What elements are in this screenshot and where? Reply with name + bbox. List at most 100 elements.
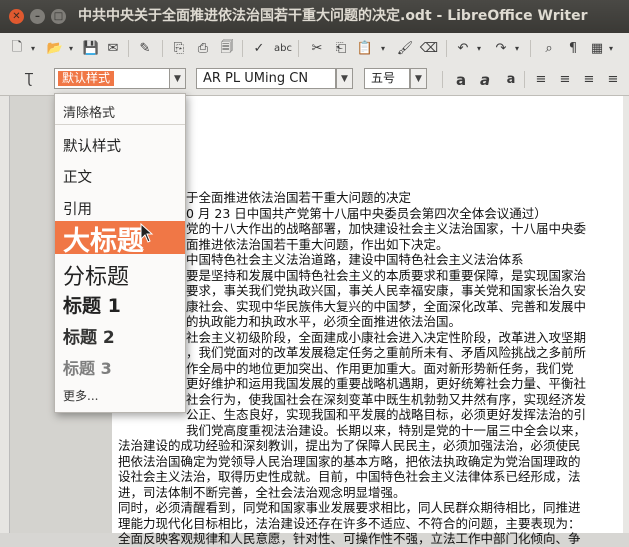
autospell-icon: abc — [274, 43, 292, 54]
close-window-button[interactable]: ✕ — [9, 9, 24, 24]
font-name-combobox[interactable]: AR PL UMing CN — [196, 68, 336, 89]
pilcrow-icon: ¶ — [568, 41, 578, 56]
justify-button[interactable]: ≡ — [602, 69, 624, 90]
table-dropdown[interactable]: ▾ — [606, 38, 616, 59]
save-button[interactable]: 💾 — [80, 38, 102, 59]
chevron-down-icon: ▾ — [608, 44, 613, 53]
copy-button[interactable]: ⎗ — [330, 38, 352, 59]
maximize-window-button[interactable]: □ — [51, 9, 66, 24]
new-dropdown[interactable]: ▾ — [28, 38, 38, 59]
print-preview-button[interactable]: 🗐 — [216, 38, 238, 59]
align-right-button[interactable]: ≡ — [578, 69, 600, 90]
document-line[interactable]: 更好维护和运用我国发展的重要战略机遇期，更好统筹社会力量、平衡社 — [186, 376, 586, 392]
document-line[interactable]: 中国特色社会主义法治道路，建设中国特色社会主义法治体系 — [186, 252, 524, 268]
standard-toolbar: 🗋 ▾ 📂 ▾ 💾 ✉ ✎ ⎘ ⎙ 🗐 ✓ abc ✂ ⎗ 📋 ▾ 🖌 ⌫ ↶ … — [0, 33, 629, 65]
insert-table-button[interactable]: ▦ — [586, 38, 608, 59]
clear-formatting-icon: ⌫ — [419, 41, 439, 56]
document-line[interactable]: 理能力现代化目标相比，法治建设还存在许多不适应、不符合的问题，主要表现为： — [118, 516, 581, 532]
autospell-button[interactable]: abc — [272, 38, 294, 59]
vertical-ruler — [0, 96, 10, 533]
justify-icon: ≡ — [607, 72, 619, 87]
italic-button[interactable]: a — [474, 69, 496, 90]
align-right-icon: ≡ — [583, 72, 595, 87]
document-line[interactable]: 把依法治国确定为党领导人民治理国家的基本方略，把依法执政确定为党治国理政的 — [118, 454, 581, 470]
find-replace-icon: ⌕ — [545, 41, 553, 56]
formatting-marks-button[interactable]: ¶ — [562, 38, 584, 59]
new-document-button[interactable]: 🗋 — [6, 38, 28, 59]
font-size-combobox[interactable]: 五号 — [364, 68, 410, 89]
new-document-icon: 🗋 — [11, 39, 23, 55]
print-button[interactable]: ⎙ — [192, 38, 214, 59]
export-pdf-button[interactable]: ⎘ — [168, 38, 190, 59]
minimize-window-button[interactable]: – — [30, 9, 45, 24]
bold-button[interactable]: a — [500, 69, 522, 90]
email-button[interactable]: ✉ — [102, 38, 124, 59]
document-line[interactable]: 设社会主义法治，取得历史性成就。目前，中国特色社会主义法律体系已经形成，法 — [118, 469, 581, 485]
menu-item-title[interactable]: 大标题 — [55, 221, 185, 257]
document-line[interactable]: 康社会、实现中华民族伟大复兴的中国梦，全面深化改革、完善和发展中 — [186, 299, 586, 315]
font-name-dropdown-button[interactable]: ▼ — [336, 68, 353, 89]
document-line[interactable]: 要是坚持和发展中国特色社会主义的本质要求和重要保障，是实现国家治 — [186, 268, 586, 284]
align-left-button[interactable]: ≡ — [530, 69, 552, 90]
cut-button[interactable]: ✂ — [306, 38, 328, 59]
document-line[interactable]: 面推进依法治国若干重大问题，作出如下决定。 — [186, 237, 449, 253]
paragraph-style-dropdown-button[interactable]: ▼ — [169, 68, 186, 89]
document-line[interactable]: 同时，必须清醒看到，同党和国家事业发展要求相比，同人民群众期待相比，同推进 — [118, 500, 581, 516]
paragraph-style-combobox[interactable]: 默认样式 — [54, 68, 170, 89]
paste-button[interactable]: 📋 — [354, 38, 376, 59]
document-line[interactable]: 党的十八大作出的战略部署，加快建设社会主义法治国家，十八届中央委 — [186, 221, 586, 237]
separator — [446, 40, 447, 57]
document-line[interactable]: 于全面推进依法治国若干重大问题的决定 — [186, 190, 411, 206]
edit-mode-button[interactable]: ✎ — [134, 38, 156, 59]
document-line[interactable]: 法治建设的成功经验和深刻教训，提出为了保障人民民主，必须加强法治，必须使民 — [118, 438, 581, 454]
maximize-icon: □ — [53, 11, 64, 22]
styles-sidebar-button[interactable]: Ʈ — [18, 69, 40, 90]
paste-dropdown[interactable]: ▾ — [378, 38, 388, 59]
clone-formatting-button[interactable]: 🖌 — [394, 38, 416, 59]
document-line[interactable]: 公正、生态良好，实现我国和平发展的战略目标，必须更好发挥法治的引 — [186, 407, 586, 423]
undo-icon: ↶ — [457, 41, 469, 56]
open-dropdown[interactable]: ▾ — [66, 38, 76, 59]
document-line[interactable]: 全面反映客观规律和人民意愿，针对性、可操作性不强，立法工作中部门化倾向、争 — [118, 531, 581, 547]
styles-icon: Ʈ — [25, 72, 33, 87]
paragraph-style-menu: 清除格式 默认样式 正文 引用 大标题 分标题 标题 1 标题 2 标题 3 更… — [54, 93, 186, 413]
chevron-down-icon: ▾ — [68, 44, 73, 53]
document-line[interactable]: 我们党高度重视法治建设。长期以来，特别是党的十一届三中全会以来， — [186, 423, 586, 439]
spellcheck-icon: ✓ — [253, 41, 265, 56]
vertical-scrollbar[interactable] — [623, 96, 629, 533]
paragraph-style-value[interactable]: 默认样式 — [58, 71, 115, 86]
paintbrush-icon: 🖌 — [396, 41, 414, 56]
edit-pencil-icon: ✎ — [139, 41, 151, 56]
mouse-pointer-icon — [140, 223, 154, 243]
document-line[interactable]: 0 月 23 日中国共产党第十八届中央委员会第四次全体会议通过） — [186, 206, 547, 222]
chevron-down-icon: ▾ — [380, 44, 385, 53]
font-size-dropdown-button[interactable]: ▼ — [410, 68, 427, 89]
menu-item-clear-formatting[interactable]: 清除格式 — [55, 94, 185, 125]
document-line[interactable]: 要求，事关我们党执政兴国，事关人民幸福安康，事关党和国家长治久安 — [186, 283, 586, 299]
align-center-icon: ≡ — [559, 72, 571, 87]
scissors-icon: ✂ — [311, 41, 323, 56]
redo-dropdown[interactable]: ▾ — [512, 38, 522, 59]
chevron-down-icon: ▾ — [476, 44, 481, 53]
undo-button[interactable]: ↶ — [452, 38, 474, 59]
document-line[interactable]: 作全局中的地位更加突出、作用更加重大。面对新形势新任务，我们党 — [186, 361, 574, 377]
document-line[interactable]: 社会行为，使我国社会在深刻变革中既生机勃勃又井然有序，实现经济发 — [186, 392, 586, 408]
envelope-icon: ✉ — [107, 41, 119, 56]
undo-dropdown[interactable]: ▾ — [474, 38, 484, 59]
find-replace-button[interactable]: ⌕ — [538, 38, 560, 59]
clear-formatting-button[interactable]: ⌫ — [418, 38, 440, 59]
separator — [162, 40, 163, 57]
chevron-down-icon: ▾ — [30, 44, 35, 53]
redo-button[interactable]: ↷ — [490, 38, 512, 59]
spelling-button[interactable]: ✓ — [248, 38, 270, 59]
bold-a-button[interactable]: a — [450, 69, 472, 90]
document-line[interactable]: 进，司法体制不断完善，全社会法治观念明显增强。 — [118, 485, 406, 501]
separator — [524, 71, 525, 88]
open-button[interactable]: 📂 — [44, 38, 66, 59]
document-line[interactable]: 的执政能力和执政水平，必须全面推进依法治国。 — [186, 314, 461, 330]
chevron-down-icon: ▾ — [514, 44, 519, 53]
document-line[interactable]: ，我们党面对的改革发展稳定任务之重前所未有、矛盾风险挑战之多前所 — [186, 345, 586, 361]
window-title: 中共中央关于全面推进依法治国若干重大问题的决定.odt - LibreOffic… — [78, 8, 588, 24]
document-line[interactable]: 社会主义初级阶段，全面建成小康社会进入决定性阶段，改革进入攻坚期 — [186, 330, 586, 346]
align-center-button[interactable]: ≡ — [554, 69, 576, 90]
